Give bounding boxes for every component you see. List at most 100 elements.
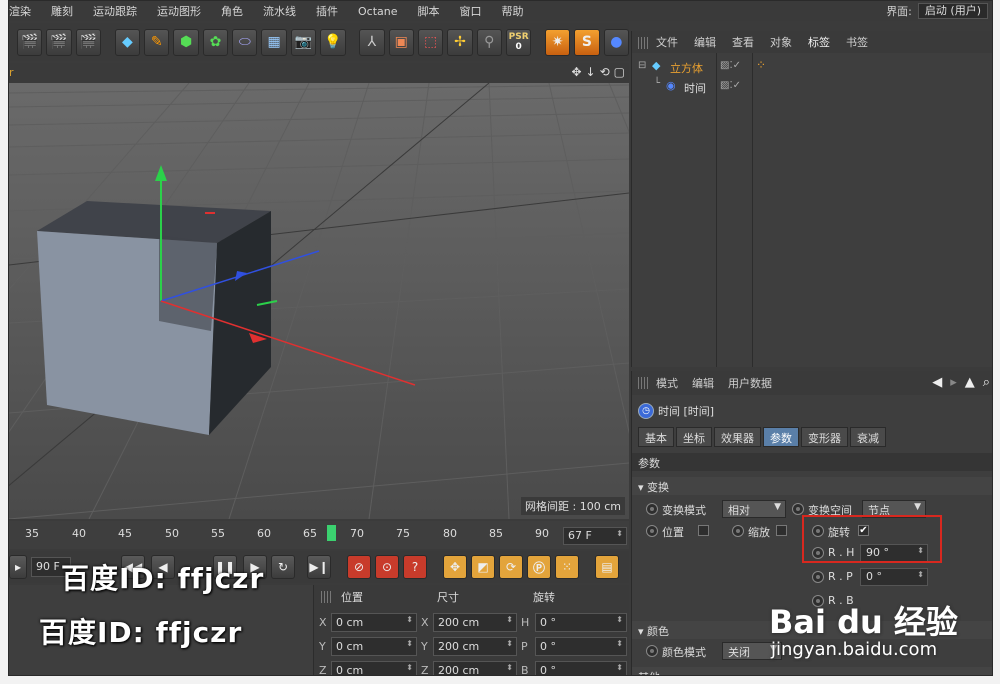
- spinner-icon[interactable]: ⬍: [616, 615, 623, 624]
- menu-octane[interactable]: Octane: [348, 5, 408, 18]
- render-picture-viewer-button[interactable]: 🎬: [46, 28, 72, 56]
- position-x-field[interactable]: 0 cm ⬍: [331, 613, 417, 632]
- spinner-icon[interactable]: ⬍: [917, 570, 924, 579]
- object-name[interactable]: 时间: [684, 80, 706, 96]
- subdivision-button[interactable]: ⬢: [173, 28, 199, 56]
- loop-button[interactable]: ↻: [271, 555, 295, 579]
- menu-plugins[interactable]: 插件: [306, 3, 348, 19]
- menu-mograph[interactable]: 运动图形: [147, 3, 211, 19]
- rotation-p-field[interactable]: 0 ° ⬍: [535, 637, 627, 656]
- object-row-time[interactable]: └ ◉ 时间 ▨⁚✓: [632, 77, 992, 97]
- section-other[interactable]: 其他: [632, 667, 992, 675]
- tab-basic[interactable]: 基本: [638, 427, 674, 447]
- size-y-field[interactable]: 200 cm ⬍: [433, 637, 517, 656]
- import-button[interactable]: ●: [603, 28, 630, 56]
- om-menu-edit[interactable]: 编辑: [694, 34, 716, 50]
- rotate-view-icon[interactable]: ⟲: [600, 65, 610, 79]
- spinner-icon[interactable]: ⬍: [406, 663, 413, 672]
- sphere-x-button[interactable]: ✷: [544, 28, 571, 56]
- spinner-icon[interactable]: ⬍: [406, 639, 413, 648]
- rotate-key-button[interactable]: ⟳: [499, 555, 523, 579]
- menu-render[interactable]: 渲染: [9, 3, 41, 19]
- om-menu-objects[interactable]: 对象: [770, 34, 792, 50]
- psr-button[interactable]: PSR 0: [505, 28, 532, 56]
- position-z-field[interactable]: 0 cm ⬍: [331, 661, 417, 675]
- tab-coordinates[interactable]: 坐标: [676, 427, 712, 447]
- menu-character[interactable]: 角色: [211, 3, 253, 19]
- camera-button[interactable]: 📷: [290, 28, 317, 56]
- position-y-field[interactable]: 0 cm ⬍: [331, 637, 417, 656]
- 3d-viewport[interactable]: 网格间距 : 100 cm: [9, 83, 629, 519]
- search-icon[interactable]: ⌕: [983, 375, 990, 390]
- tab-parameters[interactable]: 参数: [763, 427, 799, 447]
- visibility-toggle-icon[interactable]: ▨⁚✓: [720, 60, 741, 71]
- spinner-icon[interactable]: ⬍: [616, 639, 623, 648]
- scale-key-button[interactable]: ◩: [471, 555, 495, 579]
- maximize-view-icon[interactable]: ▢: [614, 65, 625, 79]
- tree-expand-icon[interactable]: ⊟: [638, 60, 646, 71]
- timeline-ruler[interactable]: 35 40 45 50 55 60 65 70 75 80 85 90 67 F…: [9, 521, 629, 549]
- scale-checkbox[interactable]: [776, 525, 787, 536]
- motion-button[interactable]: ▣: [388, 28, 414, 56]
- render-settings-button[interactable]: 🎬: [75, 28, 102, 56]
- position-radio[interactable]: [646, 525, 658, 537]
- pose-button[interactable]: ⚲: [476, 28, 502, 56]
- scale-radio[interactable]: [732, 525, 744, 537]
- go-start-button[interactable]: ▸: [9, 555, 27, 579]
- cube-button[interactable]: ◆: [114, 28, 141, 56]
- object-name[interactable]: 立方体: [670, 60, 703, 76]
- tab-falloff[interactable]: 衰减: [850, 427, 886, 447]
- layout-select[interactable]: 启动 (用户): [917, 3, 988, 19]
- spinner-icon[interactable]: ⬍: [406, 615, 413, 624]
- om-menu-file[interactable]: 文件: [656, 34, 678, 50]
- end-frame-field[interactable]: 67 F ⬍: [563, 527, 627, 545]
- cloner-button[interactable]: ✿: [202, 28, 229, 56]
- light-button[interactable]: 💡: [320, 28, 346, 56]
- menu-window[interactable]: 窗口: [450, 3, 492, 19]
- frame-ruler[interactable]: 35 40 45 50 55 60 65 70 75 80 85 90: [9, 521, 554, 547]
- size-z-field[interactable]: 200 cm ⬍: [433, 661, 517, 675]
- deformer-button[interactable]: ⬭: [232, 28, 258, 56]
- back-arrow-icon[interactable]: ◀: [932, 375, 942, 390]
- keyframe-selection-button[interactable]: ?: [403, 555, 427, 579]
- tab-effectors[interactable]: 效果器: [714, 427, 761, 447]
- om-menu-bookmarks[interactable]: 书签: [846, 34, 868, 50]
- go-end-button[interactable]: ▶❙: [307, 555, 331, 579]
- record-key-button[interactable]: ⊘: [347, 555, 371, 579]
- spinner-icon[interactable]: ⬍: [616, 529, 623, 538]
- xyz-button[interactable]: ✢: [447, 28, 473, 56]
- transform-space-radio[interactable]: [792, 503, 804, 515]
- rotation-b-field[interactable]: 0 ° ⬍: [535, 661, 627, 675]
- grip-icon[interactable]: [638, 377, 650, 389]
- move-key-button[interactable]: ✥: [443, 555, 467, 579]
- auto-key-button[interactable]: ⊙: [375, 555, 399, 579]
- am-menu-edit[interactable]: 编辑: [692, 375, 714, 391]
- rotation-h-field[interactable]: 0 ° ⬍: [535, 613, 627, 632]
- am-menu-mode[interactable]: 模式: [656, 375, 678, 391]
- menu-script[interactable]: 脚本: [408, 3, 450, 19]
- menu-pipeline[interactable]: 流水线: [253, 3, 306, 19]
- point-level-button[interactable]: ⁙: [555, 555, 579, 579]
- tag-icon[interactable]: ⁘: [756, 58, 766, 72]
- visibility-toggle-icon[interactable]: ▨⁚✓: [720, 80, 741, 91]
- section-transform[interactable]: ▾ 变换: [632, 477, 992, 495]
- rp-radio[interactable]: [812, 571, 824, 583]
- render-view-button[interactable]: 🎬: [17, 28, 43, 56]
- playhead[interactable]: [327, 525, 336, 541]
- position-checkbox[interactable]: [698, 525, 709, 536]
- zoom-view-icon[interactable]: ↓: [586, 65, 596, 79]
- om-menu-tags[interactable]: 标签: [808, 34, 830, 50]
- tab-deformers[interactable]: 变形器: [801, 427, 848, 447]
- coords-grip-icon[interactable]: [321, 591, 333, 603]
- param-key-button[interactable]: Ⓟ: [527, 555, 551, 579]
- spinner-icon[interactable]: ⬍: [506, 639, 513, 648]
- menu-sculpt[interactable]: 雕刻: [41, 3, 83, 19]
- grip-icon[interactable]: [638, 37, 650, 49]
- am-menu-userdata[interactable]: 用户数据: [728, 375, 772, 391]
- floor-button[interactable]: ▦: [261, 28, 287, 56]
- forward-arrow-icon[interactable]: ▸: [950, 375, 957, 390]
- move-view-icon[interactable]: ✥: [571, 65, 581, 79]
- menu-motion-tracking[interactable]: 运动跟踪: [83, 3, 147, 19]
- color-mode-radio[interactable]: [646, 645, 658, 657]
- pen-button[interactable]: ✎: [144, 28, 170, 56]
